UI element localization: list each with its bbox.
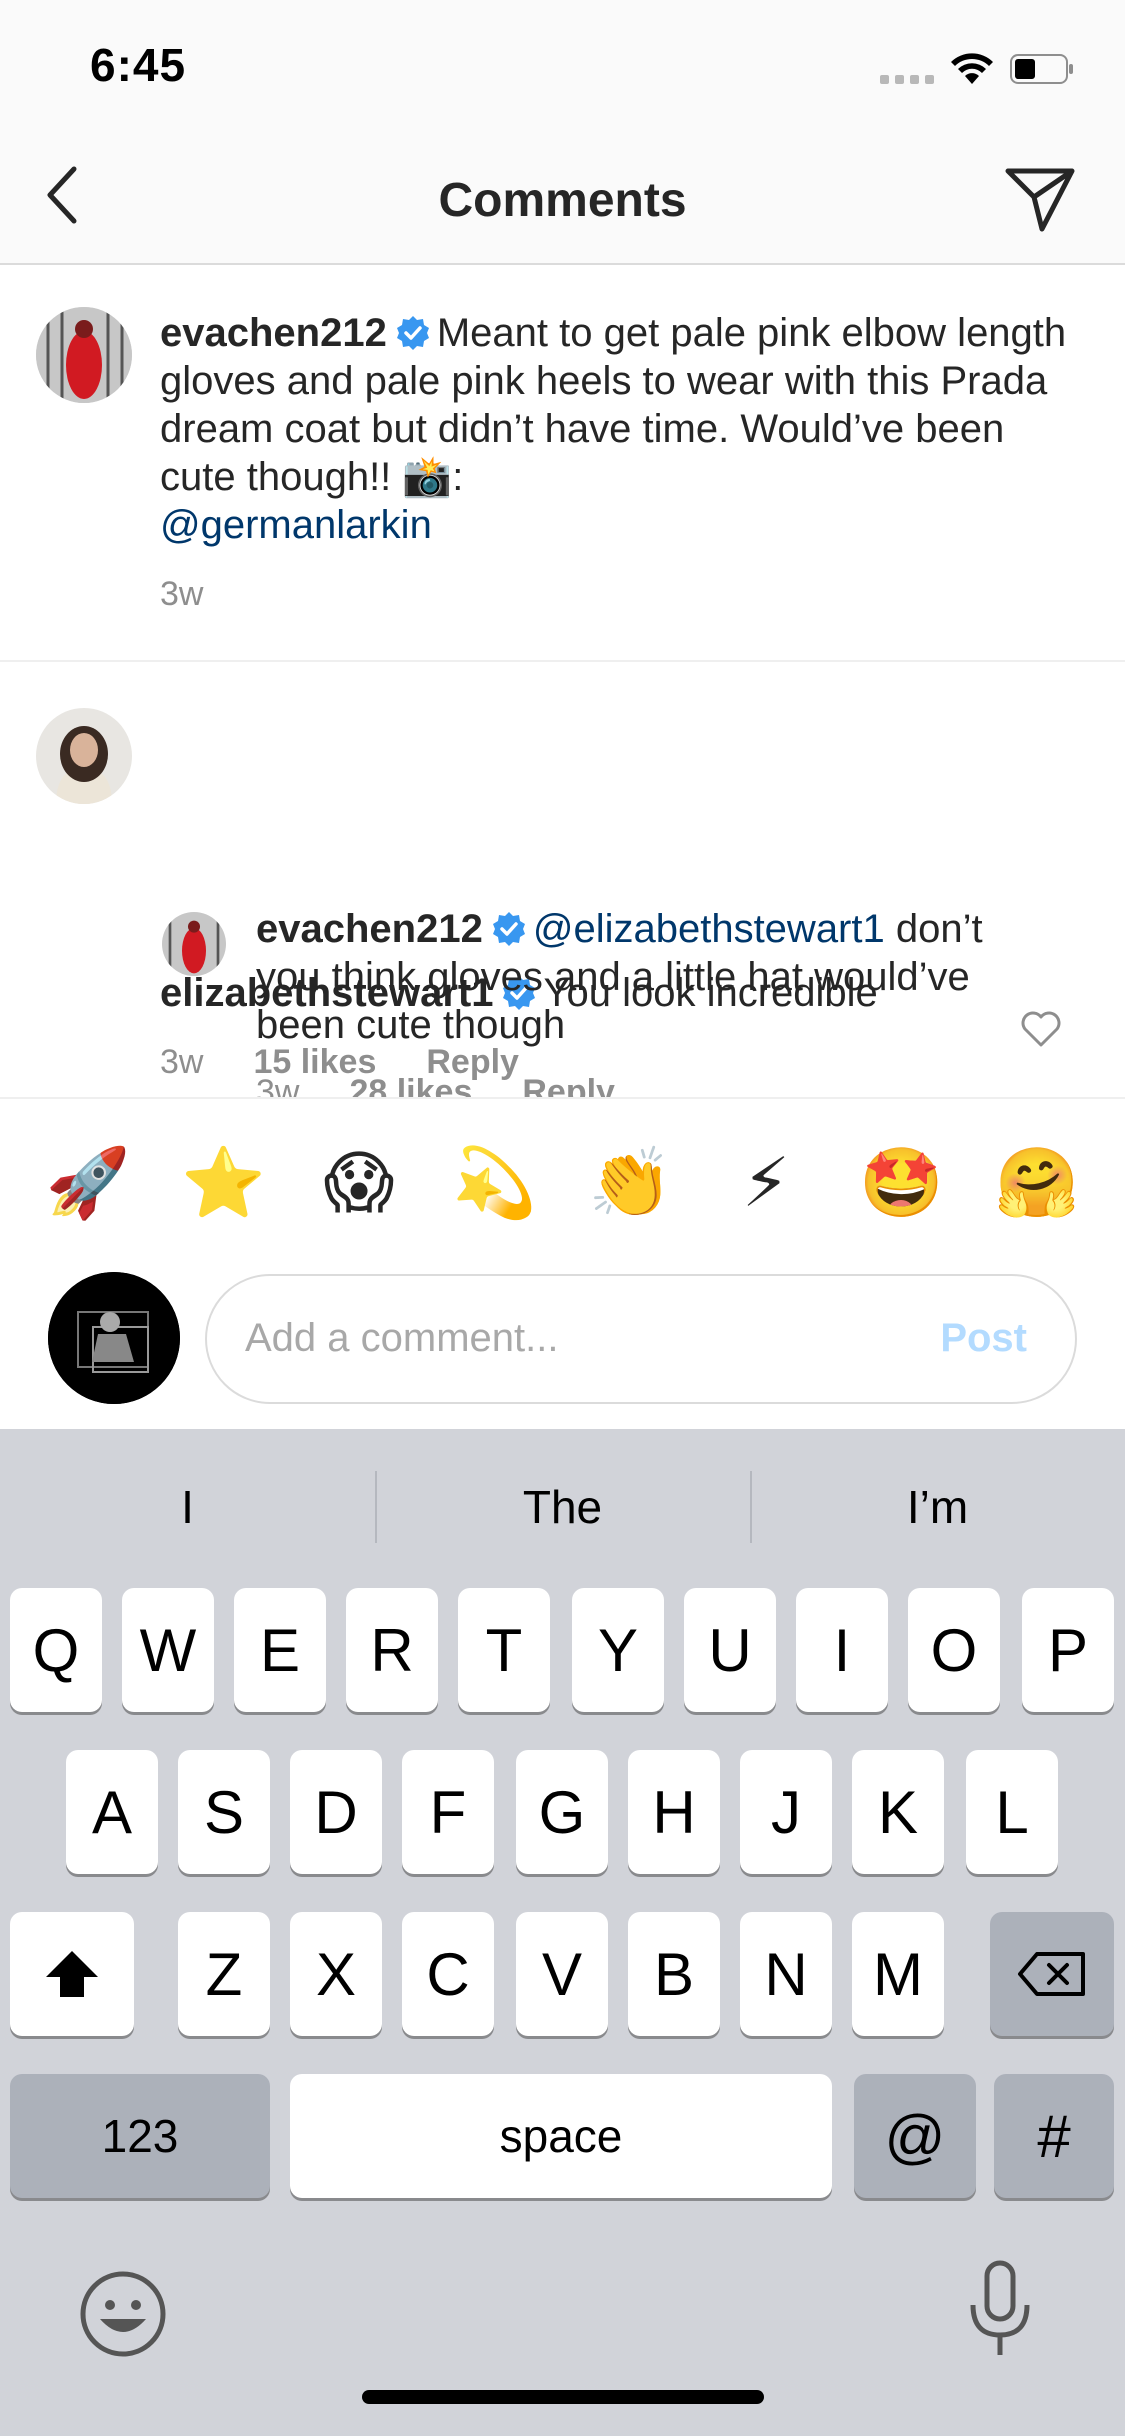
comment-time: 3w bbox=[256, 1073, 300, 1097]
caption-username[interactable]: evachen212 bbox=[160, 311, 387, 355]
backspace-icon bbox=[1018, 1952, 1085, 1996]
key-v[interactable]: V bbox=[516, 1912, 608, 2036]
caption: evachen212 Meant to get pale pink elbow l… bbox=[0, 265, 1125, 662]
emoji-hug-button[interactable]: 🤗 bbox=[992, 1149, 1082, 1217]
heart-icon[interactable] bbox=[1020, 1009, 1062, 1049]
verified-badge-icon bbox=[492, 912, 525, 946]
page-title: Comments bbox=[438, 174, 687, 227]
comment-time: 3w bbox=[160, 1043, 204, 1081]
comment-input-placeholder: Add a comment... bbox=[245, 1316, 559, 1360]
key-e[interactable]: E bbox=[234, 1588, 326, 1712]
key-y[interactable]: Y bbox=[572, 1588, 664, 1712]
key-f[interactable]: F bbox=[402, 1750, 494, 1874]
key-p[interactable]: P bbox=[1022, 1588, 1114, 1712]
share-button[interactable] bbox=[1000, 160, 1080, 240]
key-x[interactable]: X bbox=[290, 1912, 382, 2036]
comment-meta: 3w 28 likes Reply bbox=[256, 1073, 615, 1097]
emoji-clap-button[interactable]: 👏 bbox=[585, 1149, 675, 1217]
avatar[interactable] bbox=[36, 307, 132, 403]
home-indicator[interactable] bbox=[362, 2390, 764, 2404]
emoji-scream-button[interactable]: 😱 bbox=[314, 1149, 404, 1217]
status-time: 6:45 bbox=[90, 39, 187, 91]
numbers-key[interactable]: 123 bbox=[10, 2074, 270, 2198]
key-r[interactable]: R bbox=[346, 1588, 438, 1712]
emoji-dizzy-button[interactable]: 💫 bbox=[450, 1149, 540, 1217]
suggestion-item[interactable]: I’m bbox=[750, 1457, 1125, 1557]
comment-mention[interactable]: @elizabethstewart1 bbox=[533, 907, 885, 951]
key-b[interactable]: B bbox=[628, 1912, 720, 2036]
key-i[interactable]: I bbox=[796, 1588, 888, 1712]
caption-time: 3w bbox=[160, 575, 204, 613]
key-u[interactable]: U bbox=[684, 1588, 776, 1712]
key-h[interactable]: H bbox=[628, 1750, 720, 1874]
backspace-key[interactable] bbox=[990, 1912, 1114, 2036]
comment-likes[interactable]: 28 likes bbox=[349, 1073, 472, 1097]
avatar bbox=[48, 1272, 180, 1404]
emoji-zap-button[interactable]: ⚡ bbox=[721, 1149, 811, 1217]
key-g[interactable]: G bbox=[516, 1750, 608, 1874]
paper-plane-icon bbox=[1005, 168, 1075, 232]
emoji-keyboard-icon[interactable] bbox=[78, 2269, 168, 2359]
post-button[interactable]: Post bbox=[940, 1316, 1027, 1361]
suggestion-item[interactable]: The bbox=[375, 1457, 750, 1557]
comment-input[interactable]: Add a comment... Post bbox=[205, 1274, 1077, 1404]
key-w[interactable]: W bbox=[122, 1588, 214, 1712]
wifi-icon bbox=[951, 53, 993, 84]
emoji-star-struck-button[interactable]: 🤩 bbox=[857, 1149, 947, 1217]
key-s[interactable]: S bbox=[178, 1750, 270, 1874]
avatar[interactable] bbox=[36, 708, 132, 804]
key-c[interactable]: C bbox=[402, 1912, 494, 2036]
key-l[interactable]: L bbox=[966, 1750, 1058, 1874]
key-d[interactable]: D bbox=[290, 1750, 382, 1874]
avatar[interactable] bbox=[162, 912, 226, 976]
cellular-signal-icon bbox=[880, 75, 934, 84]
shift-key[interactable] bbox=[10, 1912, 134, 2036]
status-bar: 6:45 bbox=[0, 0, 1125, 135]
suggestion-item[interactable]: I bbox=[0, 1457, 375, 1557]
caption-mention[interactable]: @germanlarkin bbox=[160, 503, 432, 547]
at-key[interactable]: @ bbox=[854, 2074, 976, 2198]
key-z[interactable]: Z bbox=[178, 1912, 270, 2036]
emoji-quick-bar: 🚀 ⭐ 😱 💫 👏 ⚡ 🤩 🤗 bbox=[0, 1097, 1125, 1267]
microphone-icon[interactable] bbox=[965, 2259, 1035, 2359]
verified-badge-icon bbox=[396, 316, 429, 350]
key-m[interactable]: M bbox=[852, 1912, 944, 2036]
key-k[interactable]: K bbox=[852, 1750, 944, 1874]
emoji-star-button[interactable]: ⭐ bbox=[178, 1149, 268, 1217]
hash-key[interactable]: # bbox=[994, 2074, 1114, 2198]
comment-list[interactable]: evachen212 Meant to get pale pink elbow l… bbox=[0, 265, 1125, 1097]
reply-button[interactable]: Reply bbox=[522, 1073, 615, 1097]
keyboard-suggestions: I The I’m bbox=[0, 1457, 1125, 1557]
key-n[interactable]: N bbox=[740, 1912, 832, 2036]
battery-icon bbox=[1010, 54, 1073, 84]
keyboard: I The I’m Q W E R T Y U I O P A S D F G … bbox=[0, 1429, 1125, 2436]
key-a[interactable]: A bbox=[66, 1750, 158, 1874]
key-q[interactable]: Q bbox=[10, 1588, 102, 1712]
comment-username[interactable]: evachen212 bbox=[256, 907, 483, 951]
header: Comments bbox=[0, 135, 1125, 265]
comment-composer: Add a comment... Post bbox=[0, 1267, 1125, 1429]
emoji-rocket-button[interactable]: 🚀 bbox=[43, 1149, 133, 1217]
key-t[interactable]: T bbox=[458, 1588, 550, 1712]
key-o[interactable]: O bbox=[908, 1588, 1000, 1712]
caption-meta: 3w bbox=[160, 575, 203, 614]
space-key[interactable]: space bbox=[290, 2074, 832, 2198]
caption-text: evachen212 Meant to get pale pink elbow l… bbox=[160, 309, 1080, 549]
shift-arrow-icon bbox=[46, 1951, 98, 1997]
key-j[interactable]: J bbox=[740, 1750, 832, 1874]
comment-text: evachen212 @elizabethstewart1 don’t you t… bbox=[256, 905, 986, 1049]
